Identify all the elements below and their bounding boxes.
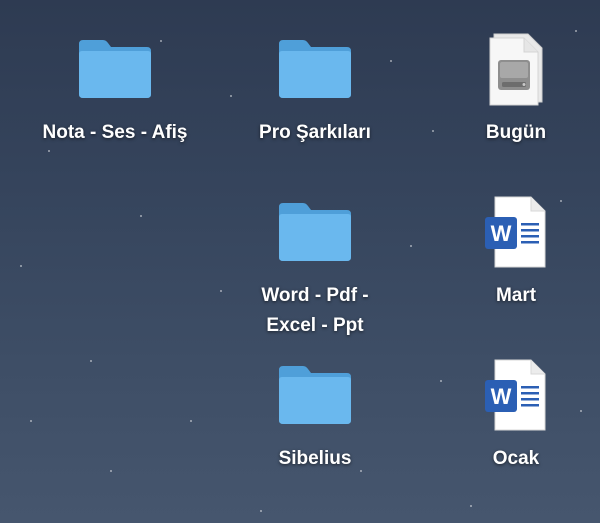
folder-icon: [275, 32, 355, 104]
disk-image-icon: [476, 32, 556, 106]
word-document-icon: W: [476, 195, 556, 268]
desktop-item-bugun[interactable]: Bugün: [431, 32, 600, 148]
desktop-item-mart[interactable]: W Mart: [431, 195, 600, 311]
word-glyph: W: [491, 384, 512, 409]
desktop-item-sibelius[interactable]: Sibelius: [230, 358, 400, 474]
desktop-item-ocak[interactable]: W Ocak: [431, 358, 600, 474]
desktop-item-label: Nota - Ses - Afiş: [42, 122, 188, 143]
folder-icon: [75, 32, 155, 104]
folder-icon: [275, 358, 355, 430]
desktop-item-nota-ses-afis[interactable]: Nota - Ses - Afiş: [30, 32, 200, 148]
desktop-item-label: Pro Şarkıları: [259, 122, 371, 143]
desktop-item-label: Mart: [495, 285, 537, 306]
desktop-item-label: Ocak: [492, 448, 540, 469]
word-glyph: W: [491, 221, 512, 246]
desktop-item-label: Word - Pdf - Excel - Ppt: [261, 285, 369, 336]
desktop-item-pro-sarkilari[interactable]: Pro Şarkıları: [230, 32, 400, 148]
word-document-icon: W: [476, 358, 556, 431]
desktop-item-label: Sibelius: [278, 448, 352, 469]
desktop-item-label: Bugün: [485, 122, 547, 143]
desktop-item-word-pdf-excel-ppt[interactable]: Word - Pdf - Excel - Ppt: [230, 195, 400, 341]
desktop[interactable]: Nota - Ses - Afiş Pro Şarkıları Bugün Wo…: [0, 0, 600, 523]
folder-icon: [275, 195, 355, 267]
